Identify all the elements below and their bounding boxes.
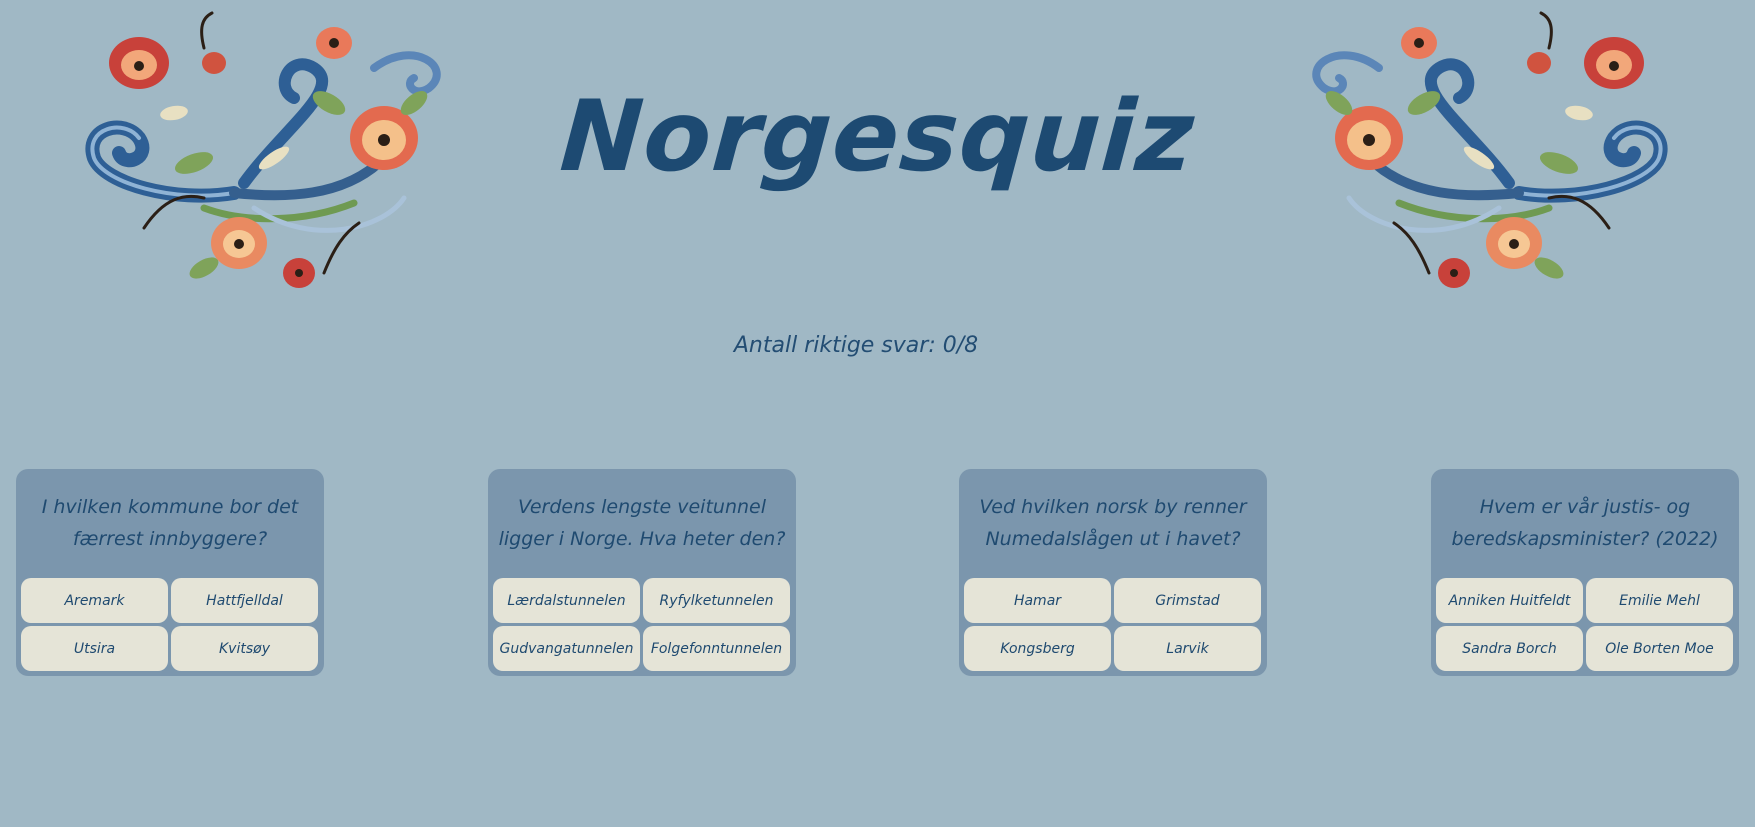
answer-button[interactable]: Lærdalstunnelen xyxy=(493,578,640,623)
answer-button[interactable]: Ole Borten Moe xyxy=(1586,626,1733,671)
answer-button[interactable]: Aremark xyxy=(21,578,168,623)
answer-button[interactable]: Hamar xyxy=(964,578,1111,623)
answer-button[interactable]: Kvitsøy xyxy=(171,626,318,671)
question-card-1: I hvilken kommune bor det færrest innbyg… xyxy=(16,469,324,676)
answer-button[interactable]: Folgefonntunnelen xyxy=(643,626,790,671)
answer-button[interactable]: Gudvangatunnelen xyxy=(493,626,640,671)
answer-button[interactable]: Kongsberg xyxy=(964,626,1111,671)
answer-button[interactable]: Sandra Borch xyxy=(1436,626,1583,671)
answer-button[interactable]: Emilie Mehl xyxy=(1586,578,1733,623)
question-text: Hvem er vår justis- og beredskapsministe… xyxy=(1451,496,1719,550)
score-counter: Antall riktige svar: 0/8 xyxy=(733,333,979,358)
page-title: Norgesquiz xyxy=(556,80,1199,194)
answer-grid: Aremark Hattfjelldal Utsira Kvitsøy xyxy=(21,578,319,671)
question-card-4: Hvem er vår justis- og beredskapsministe… xyxy=(1431,469,1739,676)
question-card-2: Verdens lengste veitunnel ligger i Norge… xyxy=(488,469,796,676)
answer-grid: Anniken Huitfeldt Emilie Mehl Sandra Bor… xyxy=(1436,578,1734,671)
answer-grid: Lærdalstunnelen Ryfylketunnelen Gudvanga… xyxy=(493,578,791,671)
answer-grid: Hamar Grimstad Kongsberg Larvik xyxy=(964,578,1262,671)
question-text: Ved hvilken norsk by renner Numedalslåge… xyxy=(979,496,1247,550)
answer-button[interactable]: Utsira xyxy=(21,626,168,671)
answer-button[interactable]: Anniken Huitfeldt xyxy=(1436,578,1583,623)
answer-button[interactable]: Larvik xyxy=(1114,626,1261,671)
question-card-3: Ved hvilken norsk by renner Numedalslåge… xyxy=(959,469,1267,676)
question-text: I hvilken kommune bor det færrest innbyg… xyxy=(41,496,299,550)
answer-button[interactable]: Hattfjelldal xyxy=(171,578,318,623)
answer-button[interactable]: Ryfylketunnelen xyxy=(643,578,790,623)
question-text: Verdens lengste veitunnel ligger i Norge… xyxy=(498,496,786,550)
answer-button[interactable]: Grimstad xyxy=(1114,578,1261,623)
